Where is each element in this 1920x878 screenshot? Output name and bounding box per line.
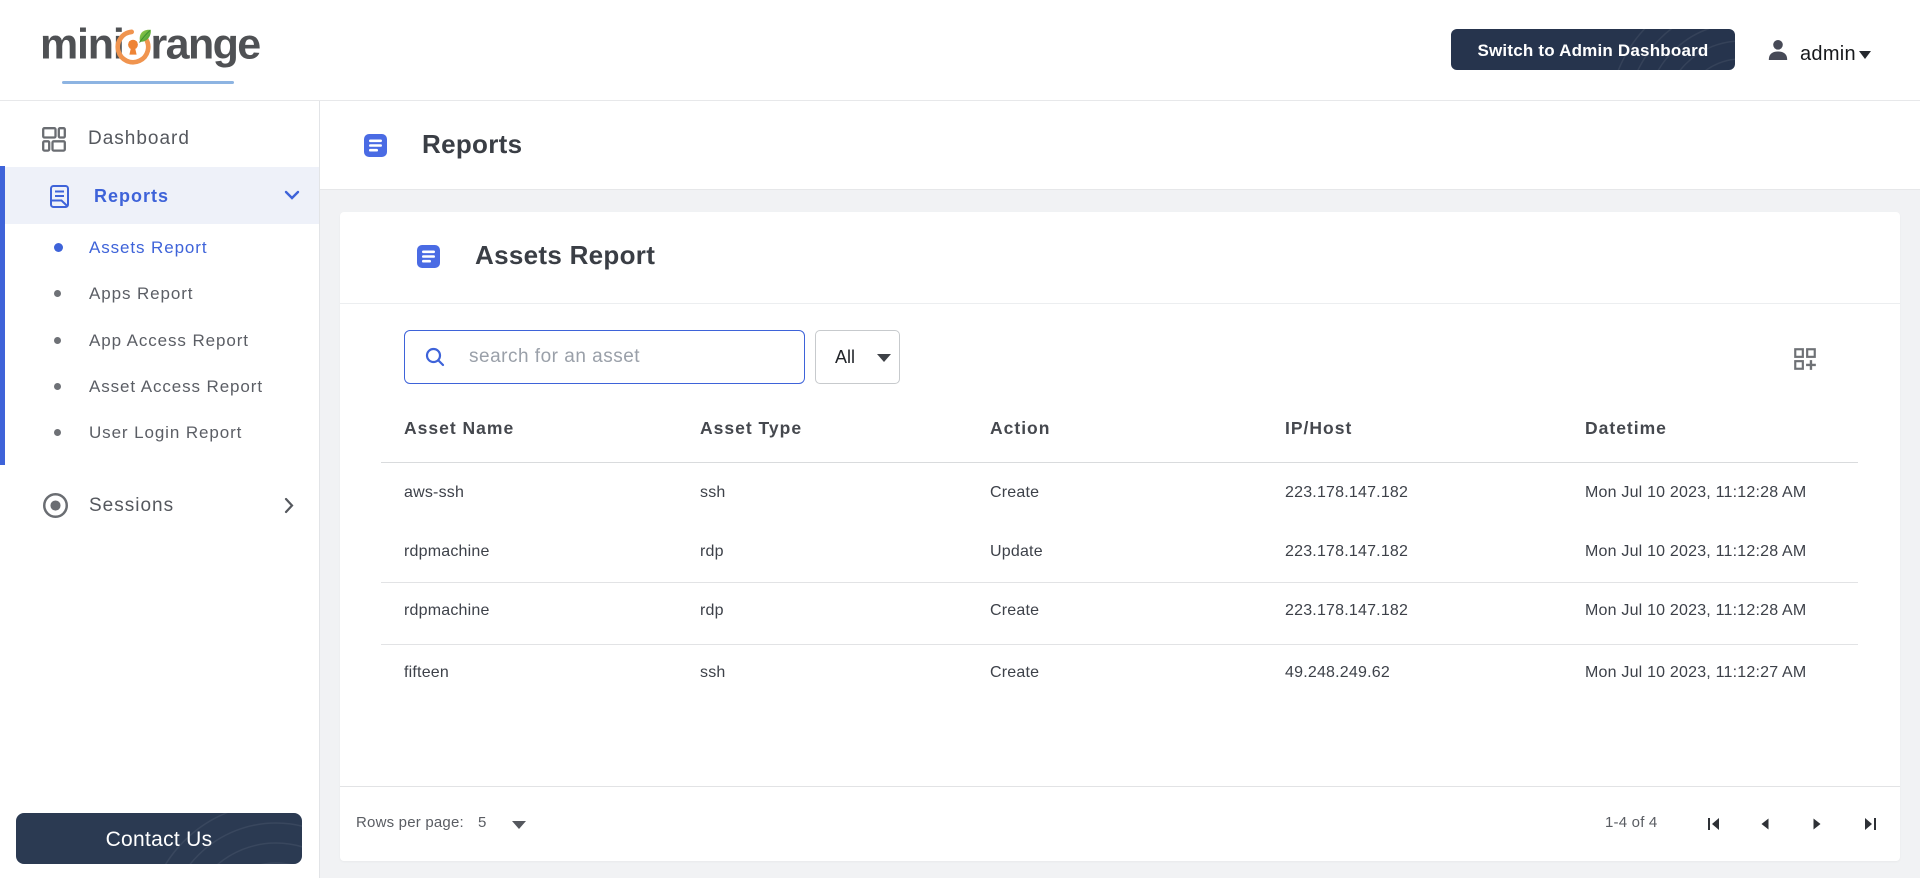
svg-text:range: range <box>151 20 261 68</box>
svg-text:mini: mini <box>40 20 124 68</box>
